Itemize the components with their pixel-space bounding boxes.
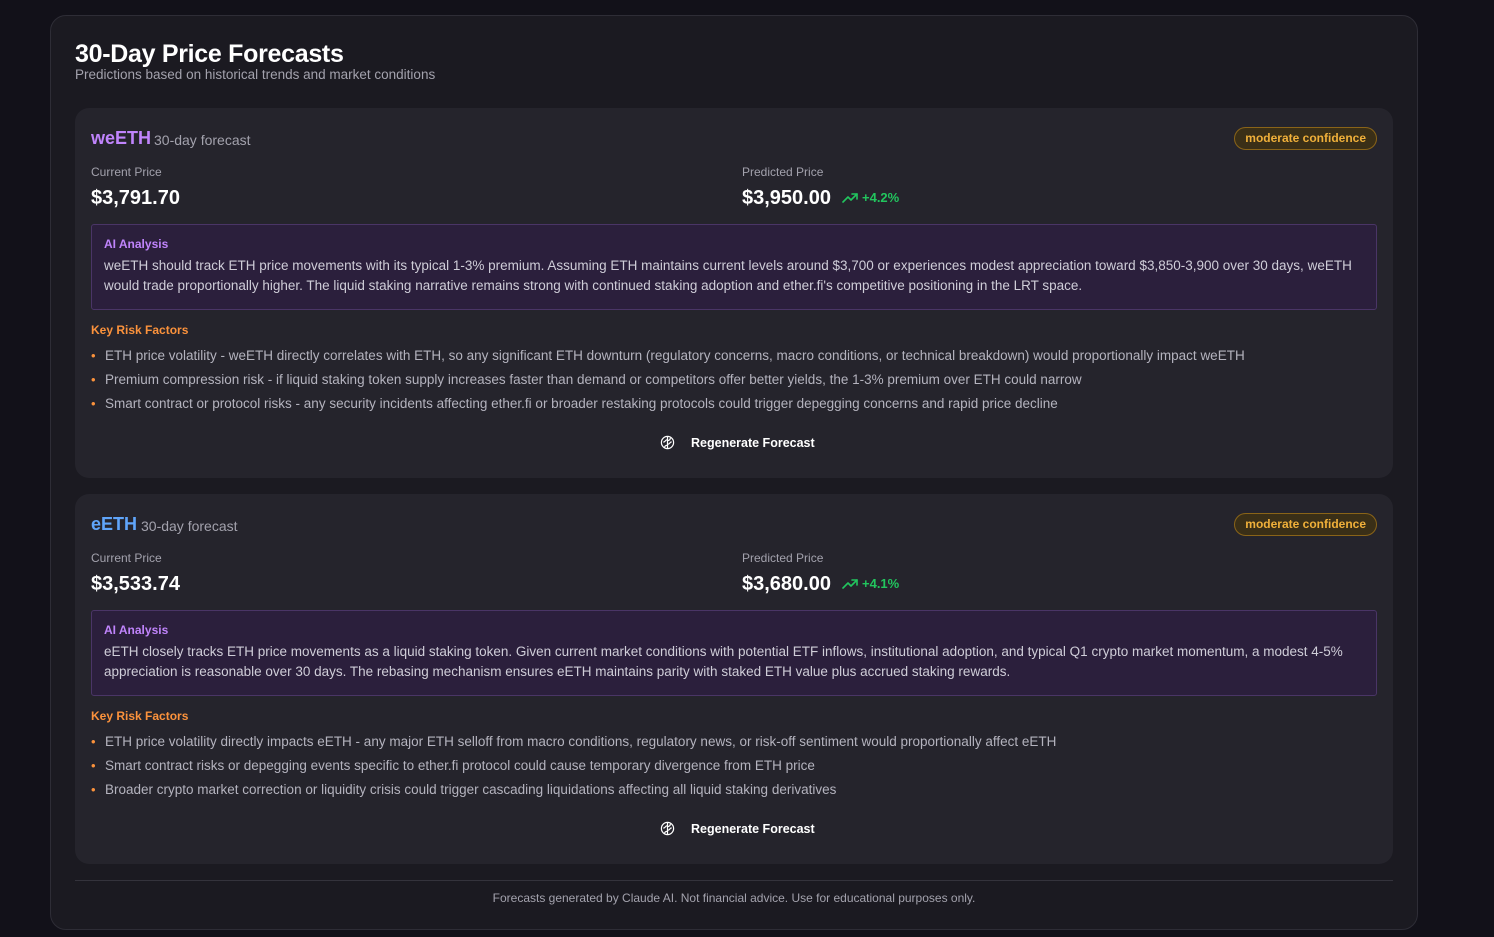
confidence-badge: moderate confidence [1234, 127, 1377, 150]
brain-icon [660, 435, 675, 450]
bullet-icon: • [91, 396, 96, 411]
risk-factors-title: Key Risk Factors [91, 709, 189, 723]
risk-factors-list: • ETH price volatility - weETH directly c… [91, 346, 1245, 418]
price-change-percent: +4.1% [862, 576, 900, 591]
bullet-icon: • [91, 782, 96, 797]
trending-up-icon [842, 192, 858, 203]
ai-analysis-title: AI Analysis [104, 237, 169, 251]
risk-factors-list: • ETH price volatility directly impacts e… [91, 732, 1056, 804]
confidence-badge: moderate confidence [1234, 513, 1377, 536]
risk-item: • Smart contract risks or depegging event… [91, 756, 1056, 780]
risk-text: ETH price volatility directly impacts eE… [105, 734, 1057, 749]
risk-item: • Broader crypto market correction or liq… [91, 780, 1056, 804]
risk-text: Smart contract risks or depegging events… [105, 758, 815, 773]
trending-up-icon [842, 578, 858, 589]
risk-text: ETH price volatility - weETH directly co… [105, 348, 1245, 363]
brain-icon [660, 821, 675, 836]
forecast-card-weeth: weETH 30-day forecast moderate confidenc… [75, 108, 1393, 478]
regenerate-forecast-button[interactable]: Regenerate Forecast [660, 821, 815, 836]
bullet-icon: • [91, 372, 96, 387]
regenerate-label: Regenerate Forecast [691, 435, 815, 450]
page-title: 30-Day Price Forecasts [75, 40, 344, 68]
bullet-icon: • [91, 348, 96, 363]
forecast-horizon: 30-day forecast [141, 518, 238, 534]
ai-analysis-title: AI Analysis [104, 623, 169, 637]
price-change: +4.2% [842, 190, 899, 205]
predicted-price-label: Predicted Price [742, 165, 824, 179]
risk-item: • ETH price volatility - weETH directly c… [91, 346, 1245, 370]
page-subtitle: Predictions based on historical trends a… [75, 67, 436, 82]
current-price-label: Current Price [91, 551, 162, 565]
current-price-value: $3,533.74 [91, 573, 180, 595]
current-price-label: Current Price [91, 165, 162, 179]
regenerate-forecast-button[interactable]: Regenerate Forecast [660, 435, 815, 450]
risk-item: • Smart contract or protocol risks - any … [91, 394, 1245, 418]
bullet-icon: • [91, 734, 96, 749]
risk-item: • Premium compression risk - if liquid st… [91, 370, 1245, 394]
footer-divider [75, 880, 1393, 881]
bullet-icon: • [91, 758, 96, 773]
risk-item: • ETH price volatility directly impacts e… [91, 732, 1056, 756]
risk-text: Premium compression risk - if liquid sta… [105, 372, 1082, 387]
token-name: weETH [91, 128, 152, 148]
ai-analysis-box: AI Analysis eETH closely tracks ETH pric… [91, 610, 1377, 696]
token-name: eETH [91, 514, 138, 534]
forecast-horizon: 30-day forecast [154, 132, 251, 148]
ai-analysis-box: AI Analysis weETH should track ETH price… [91, 224, 1377, 310]
price-change-percent: +4.2% [862, 190, 900, 205]
predicted-price-value: $3,680.00 [742, 573, 831, 595]
risk-text: Broader crypto market correction or liqu… [105, 782, 837, 797]
footer-disclaimer: Forecasts generated by Claude AI. Not fi… [492, 891, 976, 905]
forecast-panel: 30-Day Price Forecasts Predictions based… [50, 15, 1418, 930]
regenerate-label: Regenerate Forecast [691, 821, 815, 836]
predicted-price-label: Predicted Price [742, 551, 824, 565]
price-change: +4.1% [842, 576, 899, 591]
forecast-card-eeth: eETH 30-day forecast moderate confidence… [75, 494, 1393, 864]
risk-factors-title: Key Risk Factors [91, 323, 189, 337]
predicted-price-value: $3,950.00 [742, 187, 831, 209]
risk-text: Smart contract or protocol risks - any s… [105, 396, 1058, 411]
ai-analysis-text: weETH should track ETH price movements w… [104, 258, 1352, 293]
ai-analysis-text: eETH closely tracks ETH price movements … [104, 644, 1343, 679]
current-price-value: $3,791.70 [91, 187, 180, 209]
